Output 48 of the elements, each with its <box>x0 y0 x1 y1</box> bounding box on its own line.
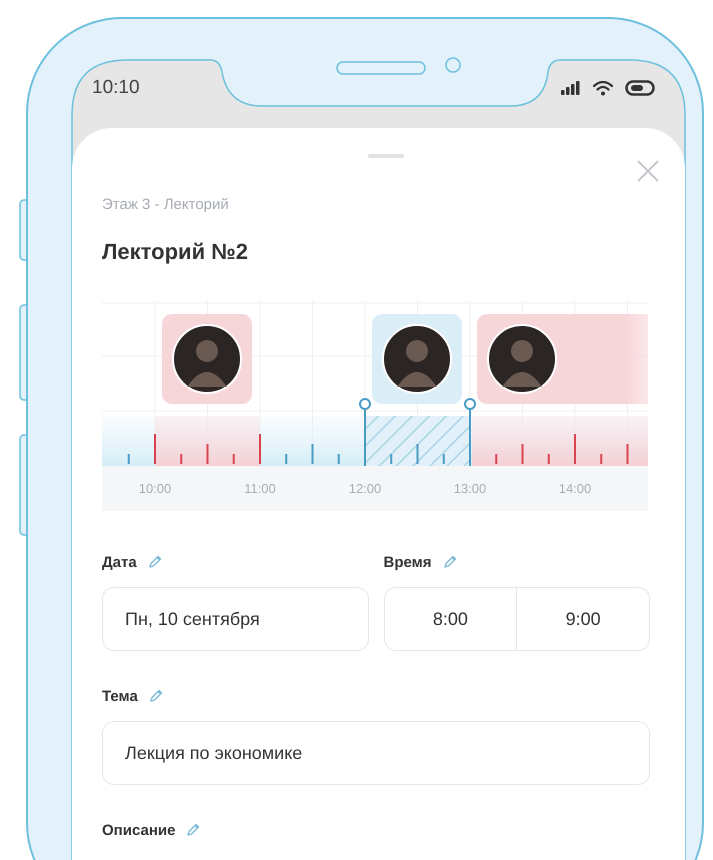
topic-field[interactable]: Лекция по экономике <box>102 721 650 785</box>
hour-label: 14:00 <box>558 481 592 496</box>
range-handle[interactable] <box>464 398 476 466</box>
timeline-tick <box>390 454 392 464</box>
timeline-tick <box>128 454 130 464</box>
end-time-field[interactable]: 9:00 <box>517 587 650 651</box>
timeline-tick <box>495 454 498 464</box>
timeline-tick <box>312 444 314 464</box>
hour-label: 12:00 <box>348 481 382 496</box>
signal-icon <box>561 81 581 95</box>
timeline-tick <box>442 454 445 464</box>
timeline-tick <box>285 454 288 464</box>
pencil-icon[interactable] <box>148 688 164 704</box>
timeline-tick <box>232 454 235 464</box>
timeline-tick <box>522 444 524 464</box>
timeline-tick <box>574 434 576 464</box>
field-label: Тема <box>102 688 138 704</box>
pencil-icon[interactable] <box>442 554 458 570</box>
battery-icon <box>625 80 655 96</box>
selected-booking[interactable] <box>372 314 462 404</box>
start-time-field[interactable]: 8:00 <box>384 587 518 651</box>
date-field[interactable]: Пн, 10 сентября <box>102 587 368 651</box>
range-handle[interactable] <box>359 398 371 466</box>
pencil-icon[interactable] <box>185 822 202 838</box>
reserved-booking[interactable] <box>162 314 252 404</box>
room-title: Лекторий №2 <box>102 239 249 265</box>
timeline-tick <box>416 444 418 464</box>
wifi-icon <box>593 80 613 96</box>
timeline-tick <box>600 454 602 464</box>
reserved-booking[interactable] <box>477 314 648 404</box>
close-button[interactable] <box>637 160 659 182</box>
pencil-icon[interactable] <box>146 554 163 570</box>
timeline-tick <box>548 454 550 464</box>
timeline-tick <box>626 444 628 464</box>
breadcrumb: Этаж 3 - Лекторий <box>102 196 230 213</box>
field-label: Время <box>384 554 432 570</box>
hour-label: 10:00 <box>138 481 172 496</box>
timeline-tick <box>338 454 340 464</box>
field-label: Дата <box>102 554 137 570</box>
timeline-tick <box>154 434 156 464</box>
timeline-tick <box>180 454 182 464</box>
status-time: 10:10 <box>92 77 140 99</box>
hour-label: 13:00 <box>454 481 486 496</box>
timeline-tick <box>259 434 261 464</box>
hour-label: 11:00 <box>244 481 276 496</box>
timeline-tick <box>206 444 208 464</box>
close-icon <box>637 160 659 182</box>
field-label: Описание <box>102 822 176 838</box>
